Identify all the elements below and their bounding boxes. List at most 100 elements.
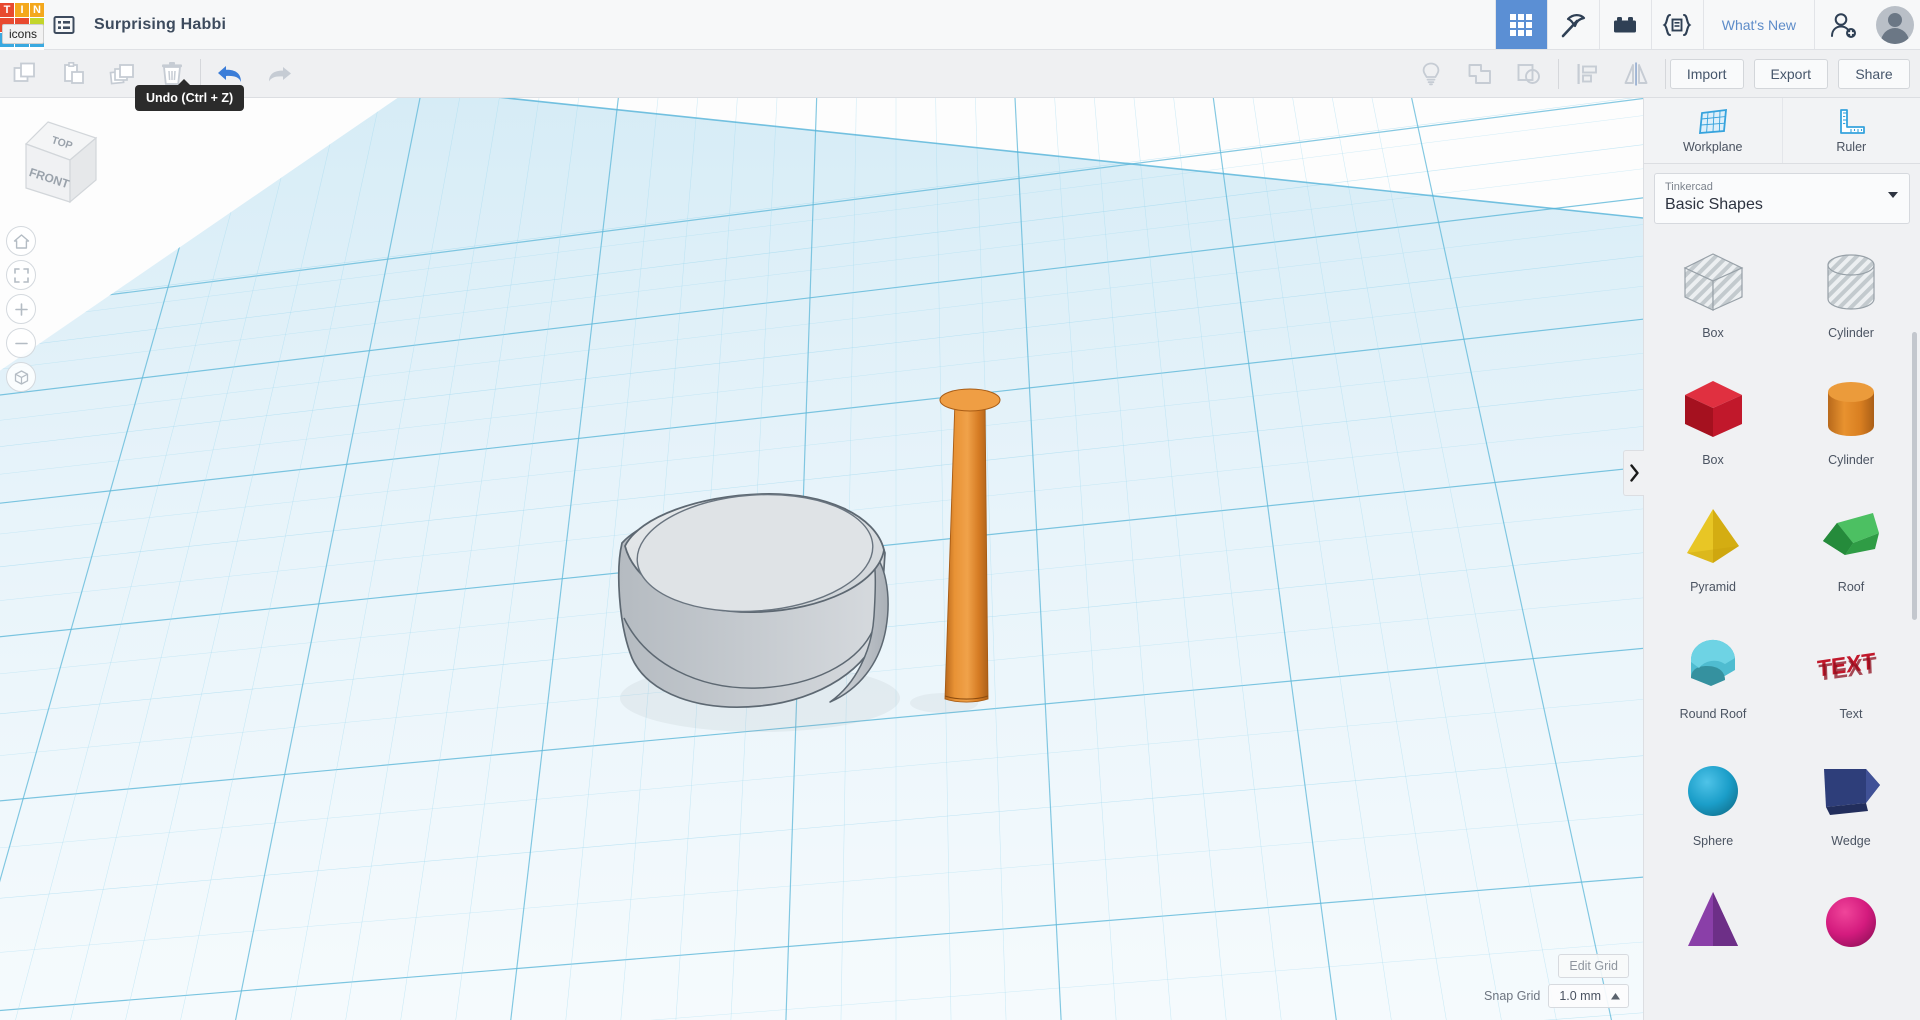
app-header: T I N C A D icons Surprising Habbi — [0, 0, 1920, 50]
mirror-button[interactable] — [1612, 50, 1661, 98]
chevron-right-icon — [1629, 464, 1639, 482]
header-button-blocks[interactable] — [1598, 0, 1651, 49]
shape-label: Sphere — [1692, 834, 1734, 848]
logo-tooltip: icons — [2, 24, 45, 44]
workplane-tool[interactable]: Workplane — [1644, 98, 1783, 163]
minus-icon — [14, 342, 28, 344]
whats-new-link[interactable]: What's New — [1702, 0, 1814, 49]
shape-pyramid-art — [1677, 494, 1749, 580]
align-icon — [1577, 63, 1598, 84]
invite-user-button[interactable] — [1814, 0, 1870, 49]
shapes-list[interactable]: Box Cylinder Box Cylinder Pyramid Roof R… — [1644, 224, 1920, 1020]
shape-sphere-pink[interactable] — [1782, 875, 1920, 988]
panel-scroll-thumb[interactable] — [1912, 332, 1917, 620]
shape-wedge[interactable]: Wedge — [1782, 748, 1920, 861]
header-button-codeblocks[interactable] — [1650, 0, 1703, 49]
shape-cone[interactable] — [1644, 875, 1782, 988]
view-cube[interactable]: TOP FRONT — [18, 116, 104, 213]
edit-grid-button[interactable]: Edit Grid — [1558, 954, 1629, 978]
header-spacer — [226, 0, 1495, 49]
align-button[interactable] — [1563, 50, 1612, 98]
shape-roof[interactable]: Roof — [1782, 494, 1920, 607]
logo-tile-n: N — [30, 3, 44, 17]
redo-icon — [268, 66, 291, 81]
shapes-panel: Workplane Ruler Tinkercad Basic Shapes B… — [1623, 98, 1920, 1020]
shape-cone-art — [1678, 875, 1748, 961]
shape-roof-art — [1815, 494, 1887, 580]
toolbar-divider-3 — [1664, 58, 1666, 89]
user-avatar-button[interactable] — [1870, 0, 1920, 49]
logo-tile-i: I — [15, 3, 29, 17]
shape-sphere-pink-art — [1819, 875, 1883, 961]
home-view-button[interactable] — [6, 226, 36, 256]
undo-tooltip: Undo (Ctrl + Z) — [135, 79, 245, 111]
share-button[interactable]: Share — [1838, 58, 1910, 89]
grid-controls: Edit Grid Snap Grid 1.0 mm — [1484, 954, 1629, 1008]
copy-button[interactable] — [0, 50, 49, 98]
mirror-icon — [1624, 62, 1648, 85]
toolbar-divider-1 — [200, 58, 201, 89]
redo-button[interactable] — [254, 50, 303, 98]
ruler-tool[interactable]: Ruler — [1783, 98, 1920, 163]
caret-up-icon — [1611, 992, 1620, 999]
snap-grid-select[interactable]: 1.0 mm — [1548, 984, 1629, 1008]
view-nav-buttons — [6, 226, 36, 396]
lightbulb-icon — [1423, 62, 1440, 85]
object-tools — [1407, 50, 1670, 98]
shape-sphere[interactable]: Sphere — [1644, 748, 1782, 861]
paste-button[interactable] — [49, 50, 98, 98]
grid-apps-icon — [1510, 13, 1533, 36]
chevron-down-icon — [1888, 192, 1898, 198]
perspective-toggle-button[interactable] — [6, 362, 36, 392]
workplane-canvas[interactable]: TOP FRONT Edit Grid Snap Grid 1.0 mm — [0, 98, 1643, 1020]
shape-sphere-art — [1681, 748, 1745, 834]
shape-cylinder-solid[interactable]: Cylinder — [1782, 367, 1920, 480]
header-icon-group: What's New — [1494, 0, 1920, 49]
plus-icon — [14, 302, 28, 316]
rounded-box-shape[interactable] — [617, 487, 900, 732]
snap-grid-row: Snap Grid 1.0 mm — [1484, 984, 1629, 1008]
shape-cylinder-hole-art — [1818, 240, 1884, 326]
library-selector-wrap: Tinkercad Basic Shapes — [1644, 164, 1920, 224]
undo-icon — [217, 65, 241, 82]
shape-box-solid[interactable]: Box — [1644, 367, 1782, 480]
tinkercad-logo[interactable]: T I N C A D icons — [0, 0, 45, 50]
shape-label: Box — [1702, 326, 1724, 340]
shape-pyramid[interactable]: Pyramid — [1644, 494, 1782, 607]
shape-label: Pyramid — [1690, 580, 1736, 594]
project-menu-button[interactable] — [44, 0, 84, 49]
avatar — [1876, 5, 1914, 44]
shape-box-hole[interactable]: Box — [1644, 240, 1782, 353]
collapse-panel-button[interactable] — [1623, 450, 1644, 496]
whats-new-label: What's New — [1721, 16, 1796, 33]
library-selector[interactable]: Tinkercad Basic Shapes — [1654, 173, 1910, 224]
header-button-minecraft[interactable] — [1546, 0, 1599, 49]
zoom-out-button[interactable] — [6, 328, 36, 358]
shape-label: Text — [1839, 707, 1863, 721]
hint-button[interactable] — [1407, 50, 1456, 98]
shape-text[interactable]: TEXT TEXT Text — [1782, 621, 1920, 734]
fit-view-button[interactable] — [6, 260, 36, 290]
shape-round-roof[interactable]: Round Roof — [1644, 621, 1782, 734]
shape-text-art: TEXT TEXT — [1812, 621, 1890, 707]
panel-tools: Workplane Ruler — [1644, 98, 1920, 164]
snap-grid-value: 1.0 mm — [1559, 989, 1601, 1003]
cube-icon — [14, 369, 28, 385]
ungroup-button[interactable] — [1505, 50, 1554, 98]
list-menu-icon — [53, 15, 75, 34]
edit-toolbar: Import Export Share — [0, 50, 1920, 98]
shape-cylinder-hole[interactable]: Cylinder — [1782, 240, 1920, 353]
shape-wedge-art — [1814, 748, 1888, 834]
header-button-apps[interactable] — [1494, 0, 1547, 49]
home-icon — [13, 233, 29, 249]
ungroup-icon — [1517, 63, 1541, 84]
panel-scrollbar[interactable] — [1911, 224, 1918, 1020]
ruler-icon — [1840, 109, 1866, 134]
workplane-icon — [1698, 108, 1727, 134]
import-button[interactable]: Import — [1669, 58, 1744, 89]
group-icon — [1468, 63, 1492, 84]
export-button[interactable]: Export — [1753, 58, 1828, 89]
shape-label: Wedge — [1831, 834, 1871, 848]
group-button[interactable] — [1456, 50, 1505, 98]
zoom-in-button[interactable] — [6, 294, 36, 324]
